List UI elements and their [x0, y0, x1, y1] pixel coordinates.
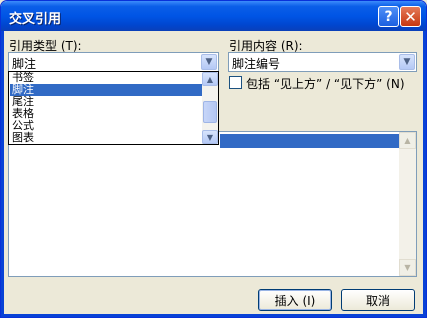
scroll-up-icon[interactable]: ▲: [202, 72, 218, 86]
scroll-up-icon[interactable]: ▲: [399, 132, 416, 149]
help-button[interactable]: ?: [378, 6, 399, 27]
list-selection-highlight[interactable]: [220, 134, 403, 148]
scroll-down-icon[interactable]: ▼: [202, 130, 218, 144]
reference-content-value: 脚注编号: [232, 57, 281, 71]
dropdown-option[interactable]: 公式: [10, 120, 203, 132]
help-icon: ?: [384, 8, 393, 25]
dropdown-option[interactable]: 书签: [10, 72, 203, 84]
scroll-thumb[interactable]: [203, 101, 217, 123]
cancel-button[interactable]: 取消: [341, 289, 415, 311]
chevron-down-icon[interactable]: ▼: [399, 54, 415, 70]
scroll-down-icon[interactable]: ▼: [399, 259, 416, 276]
include-above-below-checkbox[interactable]: [229, 76, 242, 89]
window-title: 交叉引用: [9, 12, 62, 27]
window-frame-bottom: [1, 314, 426, 317]
reference-content-select[interactable]: 脚注编号 ▼: [228, 52, 417, 72]
cross-reference-dialog: 交叉引用 ? ✕ 引用类型 (T): 脚注 ▼ 引用内容 (R): 脚注编号 ▼…: [0, 0, 427, 318]
chevron-down-icon[interactable]: ▼: [201, 54, 217, 70]
reference-type-value: 脚注: [12, 57, 37, 71]
reference-type-dropdown[interactable]: 书签 脚注 尾注 表格 公式 图表 ▲ ▼: [8, 71, 219, 145]
close-icon: ✕: [404, 7, 417, 26]
close-button[interactable]: ✕: [400, 6, 421, 27]
dropdown-option-selected[interactable]: 脚注: [10, 84, 203, 96]
title-bar[interactable]: 交叉引用 ? ✕: [1, 1, 426, 31]
window-frame-left: [1, 31, 4, 317]
window-frame-right: [423, 31, 426, 317]
dropdown-option[interactable]: 表格: [10, 108, 203, 120]
dropdown-option[interactable]: 图表: [10, 132, 203, 144]
list-scrollbar[interactable]: ▲ ▼: [399, 132, 416, 276]
insert-button[interactable]: 插入 (I): [258, 289, 332, 311]
reference-type-select[interactable]: 脚注 ▼: [8, 52, 219, 72]
include-above-below-label: 包括 “见上方” / “见下方” (N): [246, 77, 405, 91]
reference-list[interactable]: ▲ ▼: [8, 131, 417, 277]
dropdown-option[interactable]: 尾注: [10, 96, 203, 108]
dropdown-scrollbar[interactable]: ▲ ▼: [202, 72, 218, 144]
